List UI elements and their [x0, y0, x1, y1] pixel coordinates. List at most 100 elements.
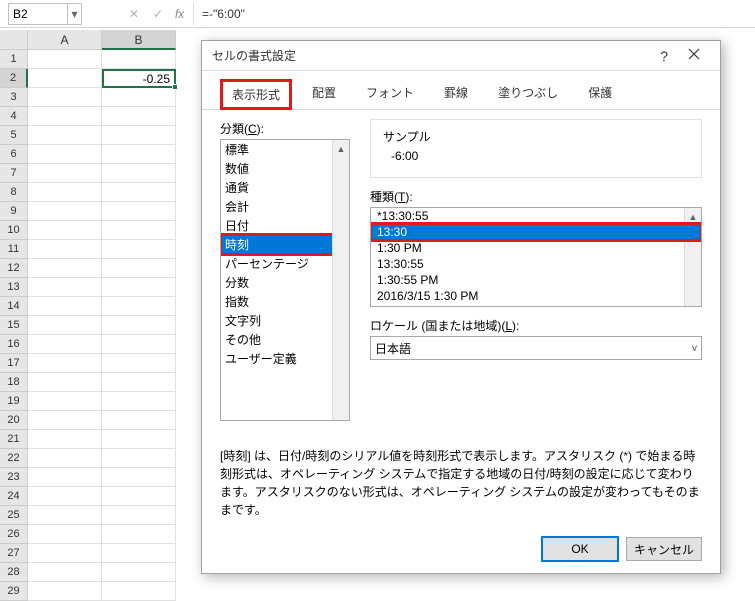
category-item[interactable]: 数値: [221, 159, 349, 178]
scroll-up-icon[interactable]: ▲: [333, 140, 349, 157]
category-scrollbar[interactable]: ▲: [332, 140, 349, 420]
help-icon[interactable]: ?: [650, 48, 678, 64]
cell[interactable]: [28, 449, 102, 468]
cell[interactable]: [102, 468, 176, 487]
row-header[interactable]: 20: [0, 411, 28, 430]
cell[interactable]: [102, 297, 176, 316]
cell[interactable]: [102, 449, 176, 468]
fill-handle[interactable]: [172, 84, 178, 90]
cell[interactable]: [28, 164, 102, 183]
tab-border[interactable]: 罫線: [434, 79, 478, 109]
tab-font[interactable]: フォント: [356, 79, 424, 109]
row-header[interactable]: 6: [0, 145, 28, 164]
row-header[interactable]: 22: [0, 449, 28, 468]
type-item[interactable]: 1:30:55 PM: [371, 272, 701, 288]
tab-protection[interactable]: 保護: [578, 79, 622, 109]
type-item[interactable]: *13:30:55: [371, 208, 701, 224]
cell[interactable]: [102, 145, 176, 164]
cell[interactable]: [28, 373, 102, 392]
cell[interactable]: [28, 126, 102, 145]
cell[interactable]: [102, 430, 176, 449]
type-item[interactable]: 2016/3/15 1:30 PM: [371, 288, 701, 304]
tab-number-format[interactable]: 表示形式: [220, 79, 292, 110]
type-item[interactable]: 13:30:55: [371, 256, 701, 272]
cell[interactable]: [28, 183, 102, 202]
type-item[interactable]: 1:30 PM: [371, 240, 701, 256]
cell[interactable]: [28, 50, 102, 69]
category-item[interactable]: ユーザー定義: [221, 349, 349, 368]
cell[interactable]: [28, 430, 102, 449]
cell[interactable]: [28, 316, 102, 335]
tab-alignment[interactable]: 配置: [302, 79, 346, 109]
cell[interactable]: [102, 202, 176, 221]
row-header[interactable]: 25: [0, 506, 28, 525]
cell[interactable]: [102, 544, 176, 563]
cell[interactable]: [102, 259, 176, 278]
formula-input[interactable]: =-"6:00": [194, 7, 755, 21]
category-item[interactable]: 文字列: [221, 311, 349, 330]
cell[interactable]: [28, 544, 102, 563]
cell[interactable]: [102, 50, 176, 69]
row-header[interactable]: 28: [0, 563, 28, 582]
cell[interactable]: [28, 411, 102, 430]
cell[interactable]: [28, 354, 102, 373]
cell[interactable]: [102, 164, 176, 183]
cell[interactable]: [28, 240, 102, 259]
cell[interactable]: [28, 506, 102, 525]
category-item[interactable]: 通貨: [221, 178, 349, 197]
row-header[interactable]: 21: [0, 430, 28, 449]
row-header[interactable]: 23: [0, 468, 28, 487]
cell[interactable]: [102, 373, 176, 392]
category-list[interactable]: 標準数値通貨会計日付時刻パーセンテージ分数指数文字列その他ユーザー定義 ▲: [220, 139, 350, 421]
cell[interactable]: [28, 525, 102, 544]
cell[interactable]: [102, 354, 176, 373]
category-item[interactable]: 標準: [221, 140, 349, 159]
tab-fill[interactable]: 塗りつぶし: [488, 79, 568, 109]
row-header[interactable]: 1: [0, 50, 28, 69]
cell[interactable]: [102, 316, 176, 335]
row-header[interactable]: 13: [0, 278, 28, 297]
name-box-dropdown[interactable]: ▾: [68, 3, 82, 25]
cell[interactable]: [28, 392, 102, 411]
row-header[interactable]: 16: [0, 335, 28, 354]
category-item[interactable]: 指数: [221, 292, 349, 311]
cell[interactable]: [102, 88, 176, 107]
select-all-corner[interactable]: [0, 30, 28, 50]
row-header[interactable]: 8: [0, 183, 28, 202]
fx-icon[interactable]: fx: [170, 3, 194, 25]
cell[interactable]: [102, 278, 176, 297]
row-header[interactable]: 24: [0, 487, 28, 506]
row-header[interactable]: 4: [0, 107, 28, 126]
locale-select[interactable]: 日本語 v: [370, 336, 702, 360]
column-header-b[interactable]: B: [102, 30, 176, 50]
cell[interactable]: [102, 183, 176, 202]
cell[interactable]: [28, 69, 102, 88]
close-icon[interactable]: [678, 48, 710, 63]
cell[interactable]: [28, 202, 102, 221]
cell[interactable]: [102, 392, 176, 411]
cell[interactable]: [102, 411, 176, 430]
cell[interactable]: [102, 487, 176, 506]
cell[interactable]: [28, 259, 102, 278]
row-header[interactable]: 18: [0, 373, 28, 392]
cell[interactable]: [102, 506, 176, 525]
scroll-up-icon[interactable]: ▲: [685, 208, 701, 225]
cell[interactable]: [102, 126, 176, 145]
category-item[interactable]: 分数: [221, 273, 349, 292]
row-header[interactable]: 15: [0, 316, 28, 335]
cell[interactable]: [28, 107, 102, 126]
row-header[interactable]: 11: [0, 240, 28, 259]
type-item[interactable]: 2016/3/15 13:30: [371, 304, 701, 307]
accept-icon[interactable]: ✓: [146, 3, 170, 25]
cell[interactable]: [28, 563, 102, 582]
cell[interactable]: [28, 278, 102, 297]
category-item[interactable]: 会計: [221, 197, 349, 216]
cell[interactable]: [102, 563, 176, 582]
cell[interactable]: [102, 525, 176, 544]
cancel-button[interactable]: キャンセル: [626, 537, 702, 561]
category-item[interactable]: 日付: [221, 216, 349, 235]
row-header[interactable]: 2: [0, 69, 28, 88]
cell[interactable]: [102, 107, 176, 126]
row-header[interactable]: 9: [0, 202, 28, 221]
row-header[interactable]: 10: [0, 221, 28, 240]
